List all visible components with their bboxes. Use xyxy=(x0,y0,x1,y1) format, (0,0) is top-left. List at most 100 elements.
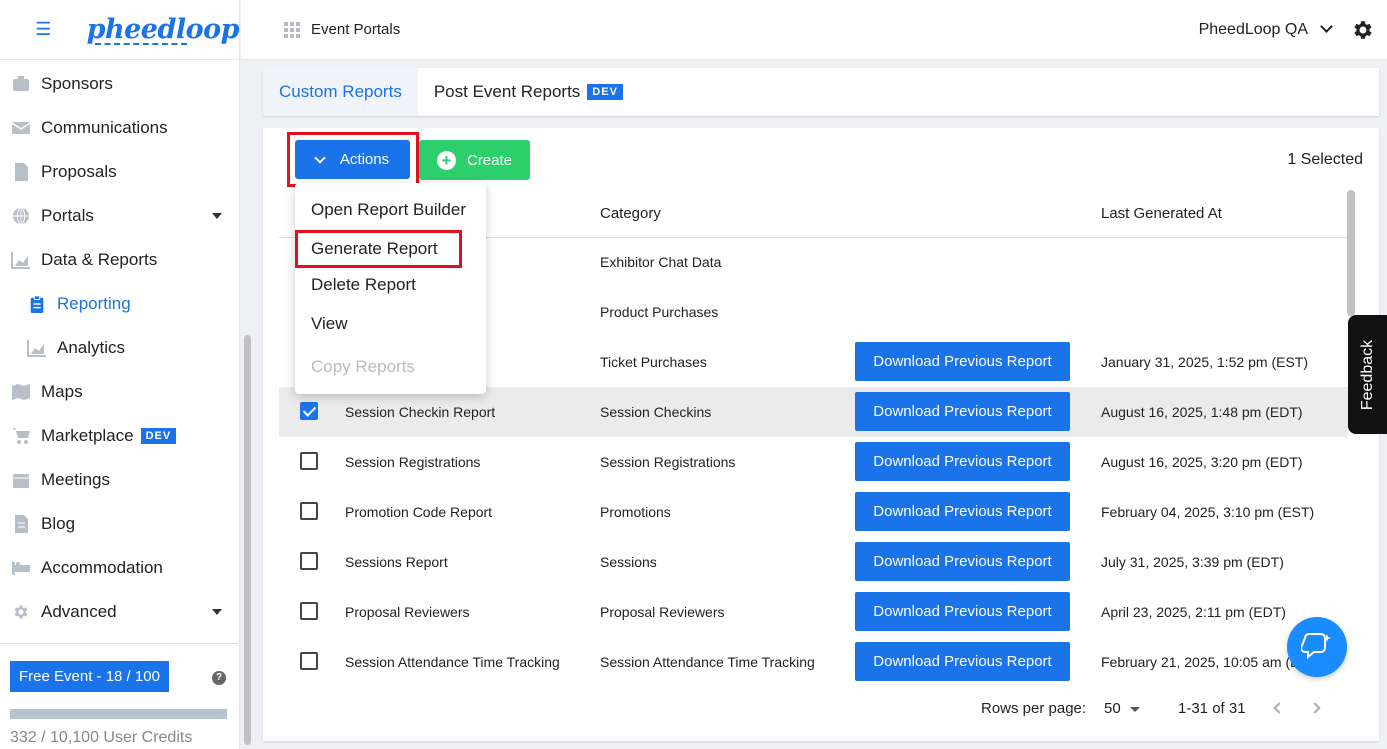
sidebar-item-accommodation[interactable]: Accommodation xyxy=(0,546,238,590)
rows-per-page-select[interactable]: 50 xyxy=(1104,700,1121,717)
row-checkbox[interactable] xyxy=(300,452,318,470)
sidebar-item-reporting[interactable]: Reporting xyxy=(0,282,238,326)
calendar-icon xyxy=(10,471,31,489)
tab-custom-reports[interactable]: Custom Reports xyxy=(263,68,418,116)
sidebar-item-proposals[interactable]: Proposals xyxy=(0,150,238,194)
pagination-range: 1-31 of 31 xyxy=(1178,700,1246,717)
menu-item-open-report-builder[interactable]: Open Report Builder xyxy=(311,200,466,220)
table-row[interactable]: Proposal Reviewers Proposal Reviewers Down… xyxy=(279,587,1348,637)
report-name: Promotion Code Report xyxy=(345,504,493,520)
report-category: Session Checkins xyxy=(600,404,712,420)
table-row[interactable]: Session Registrations Session Registratio… xyxy=(279,437,1348,487)
org-switcher-label[interactable]: PheedLoop QA xyxy=(1199,21,1308,39)
apps-grid-icon[interactable] xyxy=(284,21,300,38)
highlight-box-generate-report xyxy=(295,230,462,268)
caret-down-icon[interactable] xyxy=(212,609,222,615)
sidebar-item-communications[interactable]: Communications xyxy=(0,106,238,150)
report-category: Product Purchases xyxy=(600,304,719,320)
create-label: Create xyxy=(466,151,513,169)
download-previous-report-button[interactable]: Download Previous Report xyxy=(855,542,1070,581)
blog-icon xyxy=(10,515,31,533)
sidebar-item-blog[interactable]: Blog xyxy=(0,502,238,546)
chevron-left-icon[interactable] xyxy=(1273,702,1285,714)
menu-item-view[interactable]: View xyxy=(311,314,348,334)
report-tabs: Custom Reports Post Event Reports DEV xyxy=(263,68,1379,116)
bed-icon xyxy=(10,559,31,577)
report-category: Session Attendance Time Tracking xyxy=(600,654,815,670)
globe-icon xyxy=(10,207,31,225)
sidebar-nav: Sponsors Communications Proposals Portals Da… xyxy=(0,62,238,634)
document-icon xyxy=(10,163,31,181)
report-category: Exhibitor Chat Data xyxy=(600,254,722,270)
download-previous-report-button[interactable]: Download Previous Report xyxy=(855,592,1070,631)
chevron-right-icon[interactable] xyxy=(1309,702,1321,714)
tab-label: Post Event Reports xyxy=(433,82,581,101)
row-checkbox[interactable] xyxy=(300,652,318,670)
chevron-down-icon[interactable] xyxy=(1320,20,1333,33)
sidebar-item-label: Blog xyxy=(41,514,76,533)
cart-icon xyxy=(10,427,31,445)
actions-menu: Open Report Builder Generate Report Dele… xyxy=(295,183,486,394)
hamburger-menu-icon[interactable]: ☰ xyxy=(0,19,87,40)
sidebar-item-label: Sponsors xyxy=(41,74,113,93)
sidebar-item-meetings[interactable]: Meetings xyxy=(0,458,238,502)
sidebar-item-label: Portals xyxy=(41,206,94,225)
sidebar-item-sponsors[interactable]: Sponsors xyxy=(0,62,238,106)
download-previous-report-button[interactable]: Download Previous Report xyxy=(855,642,1070,681)
sidebar-scrollbar[interactable] xyxy=(244,335,251,745)
sidebar-item-advanced[interactable]: Advanced xyxy=(0,590,238,634)
sidebar-item-data-reports[interactable]: Data & Reports xyxy=(0,238,238,282)
clipboard-icon xyxy=(26,295,47,313)
chat-bubble-icon xyxy=(1301,633,1331,660)
sidebar-item-portals[interactable]: Portals xyxy=(0,194,238,238)
chat-support-button[interactable] xyxy=(1287,617,1347,677)
row-checkbox[interactable] xyxy=(300,602,318,620)
table-row[interactable]: Promotion Code Report Promotions Download … xyxy=(279,487,1348,537)
area-chart-icon xyxy=(26,339,47,357)
sidebar-item-label: Advanced xyxy=(41,602,117,621)
report-name: Session Registrations xyxy=(345,454,481,470)
sidebar-item-marketplace[interactable]: Marketplace DEV xyxy=(0,414,238,458)
row-checkbox[interactable] xyxy=(300,502,318,520)
feedback-label: Feedback xyxy=(1358,339,1376,410)
sidebar-item-label: Accommodation xyxy=(41,558,163,577)
badge-icon xyxy=(10,75,31,93)
column-header-last-generated[interactable]: Last Generated At xyxy=(1101,205,1222,222)
download-previous-report-button[interactable]: Download Previous Report xyxy=(855,342,1070,381)
feedback-tab[interactable]: Feedback xyxy=(1348,315,1387,434)
gear-icon xyxy=(10,603,31,621)
sidebar-item-label: Communications xyxy=(41,118,168,137)
last-generated-date: August 16, 2025, 3:20 pm (EDT) xyxy=(1101,454,1303,470)
rows-per-page-label: Rows per page: xyxy=(981,700,1087,717)
table-row[interactable]: Session Attendance Time Tracking Session … xyxy=(279,637,1348,687)
sidebar-item-label: Marketplace xyxy=(41,426,134,445)
tab-post-event-reports[interactable]: Post Event Reports DEV xyxy=(418,68,639,116)
caret-down-icon[interactable] xyxy=(212,213,222,219)
map-icon xyxy=(10,383,31,401)
download-previous-report-button[interactable]: Download Previous Report xyxy=(855,492,1070,531)
dev-badge: DEV xyxy=(140,428,177,444)
table-scrollbar[interactable] xyxy=(1347,190,1355,316)
selected-count: 1 Selected xyxy=(1287,151,1363,168)
menu-item-delete-report[interactable]: Delete Report xyxy=(311,275,416,295)
last-generated-date: August 16, 2025, 1:48 pm (EDT) xyxy=(1101,404,1303,420)
report-category: Ticket Purchases xyxy=(600,354,707,370)
settings-gear-icon[interactable] xyxy=(1351,18,1375,42)
create-button[interactable]: + Create xyxy=(419,140,530,180)
last-generated-date: January 31, 2025, 1:52 pm (EST) xyxy=(1101,354,1308,370)
brand-logo[interactable]: pheedloop xyxy=(87,14,240,45)
caret-down-icon[interactable] xyxy=(1130,707,1140,712)
table-row[interactable]: Sessions Report Sessions Download Previous… xyxy=(279,537,1348,587)
sidebar-item-label: Maps xyxy=(41,382,83,401)
sidebar-item-maps[interactable]: Maps xyxy=(0,370,238,414)
help-icon[interactable]: ? xyxy=(212,671,226,685)
sidebar-item-label: Analytics xyxy=(57,338,126,357)
table-row[interactable]: Session Checkin Report Session Checkins Do… xyxy=(279,387,1348,437)
download-previous-report-button[interactable]: Download Previous Report xyxy=(855,442,1070,481)
column-header-category[interactable]: Category xyxy=(600,205,661,222)
row-checkbox[interactable] xyxy=(300,552,318,570)
sidebar-item-analytics[interactable]: Analytics xyxy=(0,326,238,370)
row-checkbox[interactable] xyxy=(300,402,318,420)
plan-button[interactable]: Free Event - 18 / 100 xyxy=(10,661,169,692)
download-previous-report-button[interactable]: Download Previous Report xyxy=(855,392,1070,431)
